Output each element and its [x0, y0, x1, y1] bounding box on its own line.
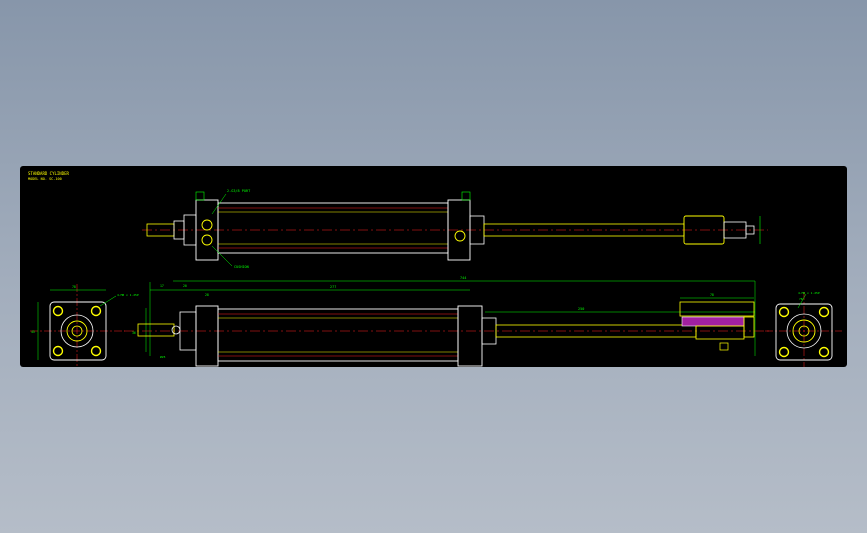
side-clevis-pin	[719, 342, 729, 351]
right-bolt-tl	[778, 306, 790, 318]
left-bolt-bl	[52, 345, 64, 357]
left-dim-sq: 78	[72, 285, 76, 289]
side-clevis-tip	[743, 316, 755, 338]
top-barrel	[217, 202, 449, 254]
port-note: 2-G3/8 PORT	[227, 189, 251, 193]
side-clevis-hatch	[681, 316, 745, 327]
cad-drawing: STANDARD CYLINDER MODEL NO. SC-100 2-G3/…	[28, 171, 842, 368]
side-clevis-body	[695, 325, 745, 340]
dim-flange-h: 36	[132, 331, 136, 335]
left-bolt-br	[90, 345, 102, 357]
dim-offset-a: 17	[160, 284, 164, 288]
top-right-dim-box	[461, 191, 471, 201]
top-left-dim-box	[195, 191, 205, 201]
left-bolt-tl	[52, 305, 64, 317]
cushion-note: CUSHION	[234, 265, 249, 269]
drawing-sheet[interactable]: STANDARD CYLINDER MODEL NO. SC-100 2-G3/…	[20, 166, 847, 368]
right-mount-note: 4-M8 x 1.25P	[798, 291, 820, 295]
right-end-view: 4-M8 x 1.25P 78	[765, 291, 842, 368]
dim-overall: 744	[460, 276, 466, 280]
top-right-port	[454, 230, 466, 242]
right-bolt-tr	[818, 306, 830, 318]
right-bolt-br	[818, 346, 830, 358]
top-view: 2-G3/8 PORT CUSHION	[142, 189, 768, 269]
title-line-2: MODEL NO. SC-100	[28, 177, 62, 181]
dim-body: 277	[330, 285, 336, 289]
title-line-1: STANDARD CYLINDER	[28, 171, 70, 176]
left-end-view: 78 45 4-M8 x 1.25P	[30, 284, 139, 368]
dim-rod-end: 78	[710, 293, 714, 297]
top-left-port	[201, 219, 213, 231]
cad-viewport[interactable]: STANDARD CYLINDER MODEL NO. SC-100 2-G3/…	[0, 0, 867, 533]
right-dim-sq: 78	[799, 297, 803, 301]
left-bolt-tr	[90, 305, 102, 317]
dim-offset-b: 20	[183, 284, 187, 288]
side-view: 744 277 250 17 20 28 36 78 Ø25	[124, 276, 770, 367]
dim-flange-w: 28	[205, 293, 209, 297]
side-barrel	[217, 308, 459, 362]
side-clevis-top	[679, 301, 755, 317]
rod-dia-label: Ø25	[160, 354, 166, 359]
left-dim-sq-h: 45	[31, 330, 35, 334]
side-right-cap	[457, 305, 483, 367]
dim-stroke: 250	[578, 307, 584, 311]
port-leader	[211, 193, 227, 215]
side-rod-pin	[171, 325, 181, 335]
side-left-cap	[195, 305, 219, 367]
cushion-leader	[211, 245, 233, 267]
side-rod-stub	[137, 323, 175, 337]
right-bolt-bl	[778, 346, 790, 358]
left-mount-note: 4-M8 x 1.25P	[117, 293, 139, 297]
left-mount-leader	[99, 295, 117, 307]
top-left-cushion	[201, 234, 213, 246]
